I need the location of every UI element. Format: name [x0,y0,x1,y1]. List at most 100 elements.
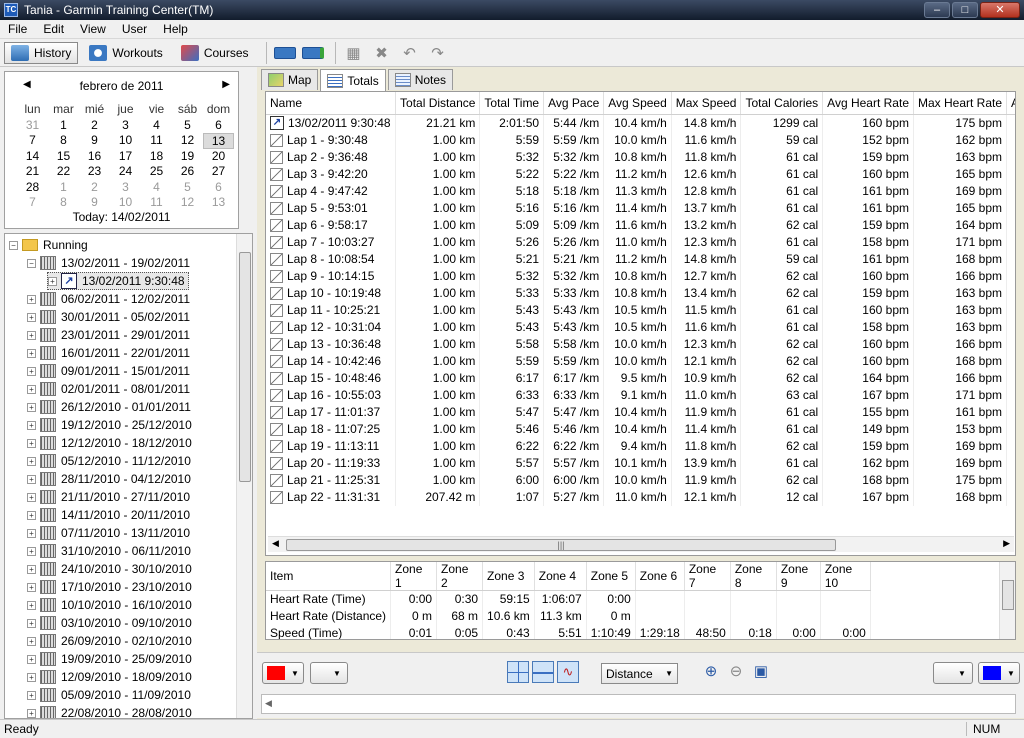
expand-icon[interactable]: + [27,618,36,628]
lap-row[interactable]: Lap 4 - 9:47:42 1.00 km 5:18 5:18 /km 11.3 k… [266,182,1015,200]
zone-column-header[interactable]: Zone 7 [684,562,731,591]
minimize-button[interactable]: – [924,2,950,18]
calendar-day[interactable]: 8 [48,133,79,149]
tree-week-item[interactable]: +07/11/2010 - 13/11/2010 [27,524,190,542]
lap-row[interactable]: Lap 7 - 10:03:27 1.00 km 5:26 5:26 /km 11.0 … [266,233,1015,251]
stacked-view-button[interactable] [532,661,554,683]
collapse-icon[interactable]: − [27,258,36,268]
expand-icon[interactable]: + [27,582,36,592]
calendar-day[interactable]: 22 [48,164,79,180]
tree-week-item[interactable]: +10/10/2010 - 16/10/2010 [27,596,192,614]
workouts-button[interactable]: Workouts [82,42,169,64]
undo-button[interactable]: ↶ [398,42,422,64]
expand-icon[interactable]: + [27,672,36,682]
tree-week-item[interactable]: +19/12/2010 - 25/12/2010 [27,416,192,434]
tree-week-item[interactable]: +12/09/2010 - 18/09/2010 [27,668,192,686]
save-button[interactable]: ▦ [342,42,366,64]
tab-map[interactable]: Map [261,69,319,90]
x-axis-select[interactable]: Distance ▼ [601,663,678,684]
zone-column-header[interactable]: Zone 1 [390,562,438,591]
scrollbar-thumb[interactable] [1002,580,1014,610]
calendar-day[interactable]: 2 [79,118,110,134]
graph-scrollbar[interactable]: ◀ [261,694,1016,714]
zoom-out-icon[interactable]: ⊖ [727,663,745,681]
graph-style2-button[interactable]: ▼ [933,662,973,684]
expand-icon[interactable]: + [27,708,36,718]
zone-column-header[interactable]: Zone 8 [730,562,777,591]
tree-week-item[interactable]: +05/09/2010 - 11/09/2010 [27,686,191,704]
calendar-day[interactable]: 2 [79,180,110,196]
lap-row[interactable]: Lap 6 - 9:58:17 1.00 km 5:09 5:09 /km 11.6 k… [266,216,1015,234]
expand-icon[interactable]: + [27,402,36,412]
column-header[interactable]: Total Calories [740,92,824,115]
calendar-day[interactable]: 13 [203,195,234,211]
totals-horizontal-scrollbar[interactable]: ◀ ||| ▶ [268,536,1014,552]
calendar-day[interactable]: 6 [203,180,234,196]
column-header[interactable]: A [1006,92,1015,115]
zone-column-header[interactable]: Zone 4 [534,562,587,591]
tree-week-item[interactable]: +03/10/2010 - 09/10/2010 [27,614,192,632]
lap-row[interactable]: Lap 19 - 11:13:11 1.00 km 6:22 6:22 /km 9.4 … [266,437,1015,455]
expand-icon[interactable]: + [27,384,36,394]
zones-scrollbar[interactable] [999,562,1015,639]
calendar-day[interactable]: 27 [203,164,234,180]
expand-icon[interactable]: + [27,456,36,466]
zone-column-header[interactable]: Zone 5 [586,562,636,591]
lap-row[interactable]: Lap 5 - 9:53:01 1.00 km 5:16 5:16 /km 11.4 k… [266,199,1015,217]
zoom-in-icon[interactable]: ⊕ [702,663,720,681]
column-header[interactable]: Avg Speed [603,92,672,115]
expand-icon[interactable]: + [27,510,36,520]
calendar-day[interactable]: 26 [172,164,203,180]
line-view-button[interactable]: ∿ [557,661,579,683]
tree-week-item[interactable]: +30/01/2011 - 05/02/2011 [27,308,190,326]
calendar-day[interactable]: 13 [203,133,234,149]
calendar-day[interactable]: 31 [17,118,48,134]
tree-week-item[interactable]: +02/01/2011 - 08/01/2011 [27,380,190,398]
lap-row[interactable]: Lap 21 - 11:25:31 1.00 km 6:00 6:00 /km 10.0… [266,471,1015,489]
expand-icon[interactable]: + [27,330,36,340]
calendar-day[interactable]: 20 [203,149,234,165]
tree-week-item[interactable]: +21/11/2010 - 27/11/2010 [27,488,190,506]
zone-row[interactable]: Heart Rate (Time) 0:00 0:30 59:15 1:06:07 0:0… [266,590,871,608]
lap-row[interactable]: Lap 2 - 9:36:48 1.00 km 5:32 5:32 /km 10.8 k… [266,148,1015,166]
calendar-day[interactable]: 25 [141,164,172,180]
zone-column-header[interactable]: Zone 3 [482,562,535,591]
lap-row[interactable]: Lap 16 - 10:55:03 1.00 km 6:33 6:33 /km 9.1 … [266,386,1015,404]
tree-week-item[interactable]: +17/10/2010 - 23/10/2010 [27,578,192,596]
lap-row[interactable]: Lap 11 - 10:25:21 1.00 km 5:43 5:43 /km 10.5… [266,301,1015,319]
zone-row[interactable]: Speed (Time) 0:01 0:05 0:43 5:51 1:10:49 1:29:… [266,624,871,639]
zone-column-header[interactable]: Zone 6 [635,562,685,591]
delete-button[interactable]: ✖ [370,42,394,64]
tree-week-item[interactable]: +14/11/2010 - 20/11/2010 [27,506,190,524]
expand-icon[interactable]: + [27,492,36,502]
next-month-icon[interactable]: ▶ [222,79,230,90]
tree-week-item[interactable]: +05/12/2010 - 11/12/2010 [27,452,191,470]
calendar-day[interactable]: 18 [141,149,172,165]
calendar-day[interactable]: 10 [110,133,141,149]
tree-scrollbar[interactable] [236,234,252,718]
calendar-day[interactable]: 15 [48,149,79,165]
calendar-day[interactable]: 5 [172,180,203,196]
calendar-day[interactable]: 24 [110,164,141,180]
calendar-day[interactable]: 9 [79,195,110,211]
grid-view-button[interactable] [507,661,529,683]
courses-button[interactable]: Courses [174,42,256,64]
menu-view[interactable]: View [72,22,114,36]
calendar-day[interactable]: 6 [203,118,234,134]
lap-row[interactable]: Lap 10 - 10:19:48 1.00 km 5:33 5:33 /km 10.8… [266,284,1015,302]
tree-root-running[interactable]: − Running [9,236,88,254]
expand-icon[interactable]: + [27,528,36,538]
lap-row[interactable]: Lap 13 - 10:36:48 1.00 km 5:58 5:58 /km 10.0… [266,335,1015,353]
expand-icon[interactable]: + [27,690,36,700]
menu-edit[interactable]: Edit [35,22,72,36]
lap-row[interactable]: Lap 1 - 9:30:48 1.00 km 5:59 5:59 /km 10.0 k… [266,131,1015,149]
tree-week-item[interactable]: − 13/02/2011 - 19/02/2011 [27,254,190,272]
collapse-icon[interactable]: − [9,240,18,250]
lap-row[interactable]: Lap 8 - 10:08:54 1.00 km 5:21 5:21 /km 11.2 … [266,250,1015,268]
expand-icon[interactable]: + [27,564,36,574]
calendar-day[interactable]: 11 [141,195,172,211]
tree-week-item[interactable]: +22/08/2010 - 28/08/2010 [27,704,192,718]
column-header[interactable]: Max Heart Rate [913,92,1008,115]
tree-week-item[interactable]: +28/11/2010 - 04/12/2010 [27,470,191,488]
calendar-day[interactable]: 28 [17,180,48,196]
